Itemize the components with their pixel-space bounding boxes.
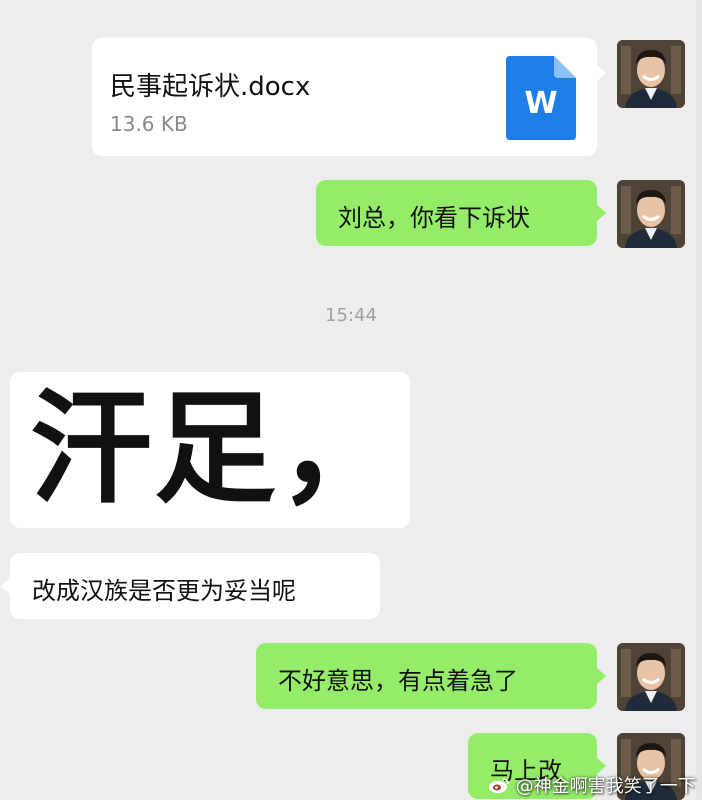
bubble-tail bbox=[596, 667, 606, 685]
avatar[interactable] bbox=[617, 643, 685, 711]
message-text: 不好意思，有点着急了 bbox=[278, 667, 518, 695]
file-size: 13.6 KB bbox=[110, 112, 188, 136]
watermark-text: @神金啊害我笑了一下 bbox=[515, 776, 696, 797]
sticker-message-bubble[interactable]: 汗足， bbox=[10, 372, 410, 528]
bubble-tail bbox=[1, 577, 11, 595]
word-document-icon: W bbox=[506, 56, 576, 140]
avatar[interactable] bbox=[617, 40, 685, 108]
message-text: 刘总，你看下诉状 bbox=[338, 204, 530, 232]
bubble-tail bbox=[596, 64, 606, 82]
bubble-tail bbox=[596, 204, 606, 222]
outgoing-message-bubble[interactable]: 刘总，你看下诉状 bbox=[316, 180, 606, 246]
timestamp: 15:44 bbox=[325, 305, 377, 326]
doc-icon-letter: W bbox=[524, 86, 558, 121]
message-text: 改成汉族是否更为妥当呢 bbox=[32, 577, 296, 605]
outgoing-message-bubble[interactable]: 不好意思，有点着急了 bbox=[256, 643, 606, 709]
incoming-message-bubble[interactable]: 改成汉族是否更为妥当呢 bbox=[1, 553, 380, 619]
weibo-logo-icon bbox=[488, 776, 510, 799]
avatar[interactable] bbox=[617, 180, 685, 248]
sticker-text: 汗足， bbox=[30, 378, 402, 520]
watermark: @神金啊害我笑了一下 bbox=[488, 772, 696, 799]
file-name: 民事起诉状.docx bbox=[110, 72, 311, 102]
scrollbar[interactable] bbox=[696, 0, 702, 800]
file-message-bubble[interactable]: 民事起诉状.docx 13.6 KB W bbox=[92, 38, 606, 156]
